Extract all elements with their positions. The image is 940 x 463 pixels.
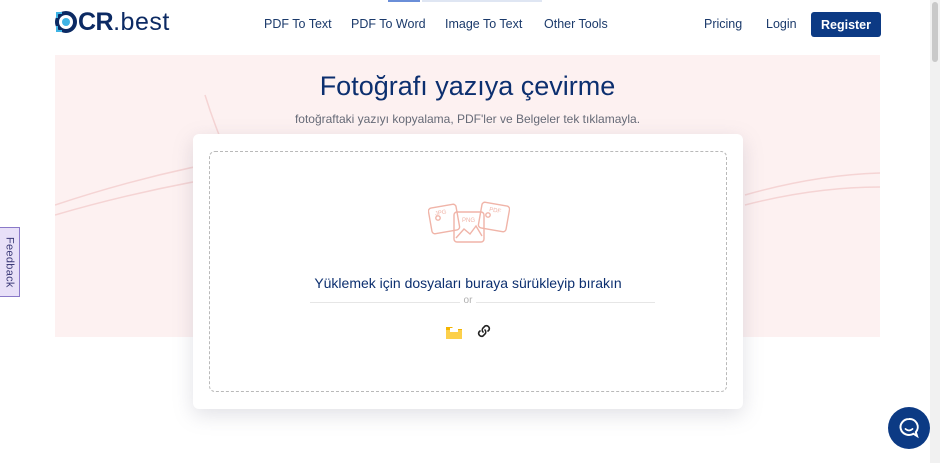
feedback-tab[interactable]: Feedback: [0, 227, 20, 297]
chat-bubble-icon: [899, 417, 919, 439]
folder-icon[interactable]: [446, 325, 462, 339]
file-label-png: PNG: [462, 218, 475, 224]
nav-login[interactable]: Login: [766, 17, 797, 31]
scrollbar-thumb[interactable]: [932, 2, 938, 62]
nav-image-to-text[interactable]: Image To Text: [445, 17, 522, 31]
nav-pdf-to-word[interactable]: PDF To Word: [351, 17, 426, 31]
or-label: or: [210, 295, 726, 306]
file-dropzone[interactable]: JPG PNG PDF Yüklemek için dosyaları bura…: [209, 151, 727, 392]
register-button[interactable]: Register: [811, 12, 881, 37]
page-subtitle: fotoğraftaki yazıyı kopyalama, PDF'ler v…: [294, 112, 641, 126]
site-logo[interactable]: CR .best: [55, 7, 170, 36]
page-scrollbar[interactable]: [930, 0, 940, 463]
nav-pdf-to-text[interactable]: PDF To Text: [264, 17, 332, 31]
file-types-icon: JPG PNG PDF: [428, 201, 510, 243]
site-header: CR .best PDF To Text PDF To Word Image T…: [0, 0, 930, 50]
logo-mark-icon: [55, 11, 77, 33]
feedback-label: Feedback: [3, 236, 16, 288]
logo-text-light: .best: [113, 7, 170, 36]
file-label-jpg: JPG: [435, 209, 448, 217]
page-title: Fotoğrafı yazıya çevirme: [319, 71, 616, 101]
link-icon[interactable]: [476, 323, 492, 339]
dropzone-instructions: Yüklemek için dosyaları buraya sürükleyi…: [314, 275, 622, 291]
chat-widget-button[interactable]: [888, 407, 930, 449]
nav-other-tools[interactable]: Other Tools: [544, 17, 608, 31]
nav-pricing[interactable]: Pricing: [704, 17, 742, 31]
logo-text-bold: CR: [78, 7, 114, 36]
upload-card: JPG PNG PDF Yüklemek için dosyaları bura…: [193, 134, 743, 409]
